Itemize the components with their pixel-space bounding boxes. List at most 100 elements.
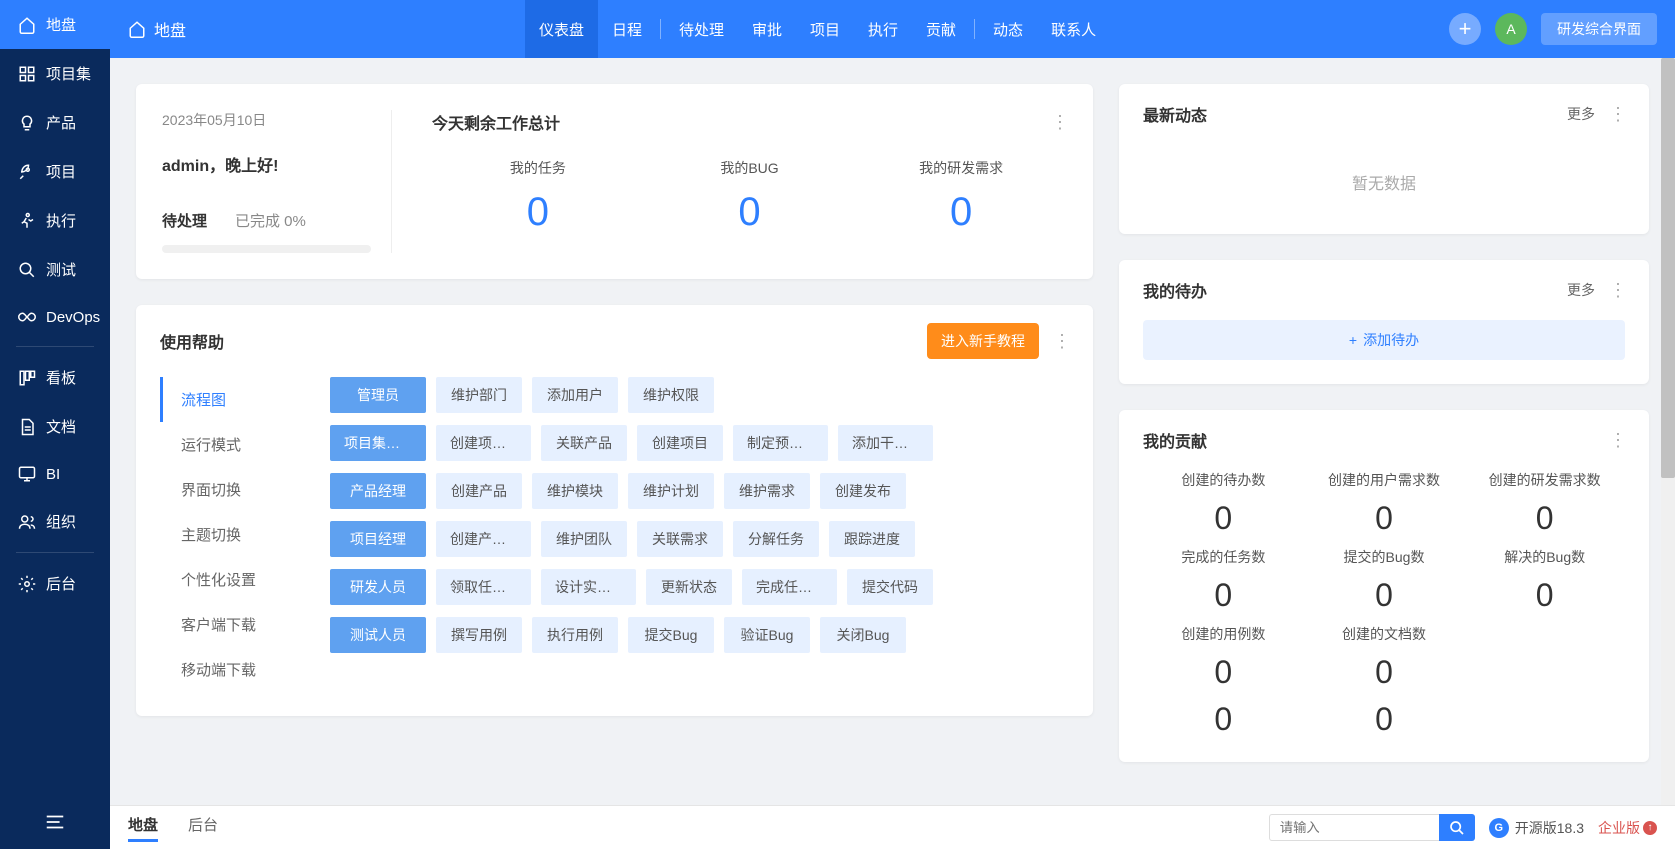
content-scroll[interactable]: 2023年05月10日 admin，晚上好! 待处理 已完成 0% 今天剩余工作… — [110, 58, 1675, 805]
sidebar-label: 执行 — [46, 210, 76, 231]
kebab-icon[interactable]: ⋮ — [1053, 331, 1069, 352]
topbar-nav-item[interactable]: 动态 — [979, 0, 1037, 58]
flow-step[interactable]: 创建项目集 — [436, 425, 531, 461]
flow-step[interactable]: 撰写用例 — [436, 617, 522, 653]
search-button[interactable] — [1439, 814, 1475, 841]
footer-tab-admin[interactable]: 后台 — [188, 814, 218, 842]
contrib-label: 完成的任务数 — [1143, 547, 1304, 567]
flow-step[interactable]: 维护部门 — [436, 377, 522, 413]
sidebar-label: 后台 — [46, 573, 76, 594]
flow-role[interactable]: 产品经理 — [330, 473, 426, 509]
help-tab[interactable]: 运行模式 — [160, 422, 310, 467]
sidebar-item-bi[interactable]: BI — [0, 451, 110, 497]
sidebar-item-org[interactable]: 组织 — [0, 497, 110, 546]
flow-step[interactable]: 验证Bug — [724, 617, 810, 653]
flow-step[interactable]: 创建项目 — [637, 425, 723, 461]
topbar-nav-item[interactable]: 审批 — [738, 0, 796, 58]
flow-role[interactable]: 项目经理 — [330, 521, 426, 557]
contrib-item: 创建的待办数0 — [1143, 470, 1304, 537]
topbar-nav-item[interactable]: 联系人 — [1037, 0, 1110, 58]
search-input[interactable] — [1269, 814, 1439, 841]
flow-step[interactable]: 维护模块 — [532, 473, 618, 509]
flow-role[interactable]: 项目集负责人 — [330, 425, 426, 461]
flow-step[interactable]: 维护需求 — [724, 473, 810, 509]
flow-step[interactable]: 关联需求 — [637, 521, 723, 557]
sidebar-item-home[interactable]: 地盘 — [0, 0, 110, 49]
sidebar-item-product[interactable]: 产品 — [0, 98, 110, 147]
flow-step[interactable]: 领取任务和Bu — [436, 569, 531, 605]
flow-step[interactable]: 关闭Bug — [820, 617, 906, 653]
topbar-nav-item[interactable]: 执行 — [854, 0, 912, 58]
flow-row: 研发人员领取任务和Bu 设计实现方案更新状态完成任务和Bu 提交代码 — [330, 569, 1069, 605]
sidebar-item-kanban[interactable]: 看板 — [0, 353, 110, 402]
contrib-label: 创建的待办数 — [1143, 470, 1304, 490]
kebab-icon[interactable]: ⋮ — [1609, 104, 1625, 125]
kebab-icon[interactable]: ⋮ — [1609, 430, 1625, 451]
view-switch[interactable]: 研发综合界面 — [1541, 13, 1657, 45]
version-info[interactable]: G 开源版18.3 — [1489, 818, 1584, 838]
flow-step[interactable]: 制定预算和规 — [733, 425, 828, 461]
stat-item: 我的研发需求0 — [855, 158, 1067, 235]
flow-step[interactable]: 创建发布 — [820, 473, 906, 509]
topbar-nav-item[interactable]: 贡献 — [912, 0, 970, 58]
help-tab[interactable]: 流程图 — [160, 377, 310, 422]
flow-role[interactable]: 测试人员 — [330, 617, 426, 653]
flow-step[interactable]: 提交代码 — [847, 569, 933, 605]
flow-role[interactable]: 研发人员 — [330, 569, 426, 605]
more-link[interactable]: 更多 — [1567, 104, 1595, 124]
contrib-value: 0 — [1304, 500, 1465, 537]
sidebar-item-qa[interactable]: 测试 — [0, 245, 110, 294]
flow-step[interactable]: 更新状态 — [646, 569, 732, 605]
contrib-value: 0 — [1464, 500, 1625, 537]
contrib-item: 创建的文档数0 — [1304, 624, 1465, 691]
topbar-nav-item[interactable]: 仪表盘 — [525, 0, 598, 58]
help-tab[interactable]: 移动端下载 — [160, 647, 310, 692]
breadcrumb-home[interactable]: 地盘 — [128, 17, 186, 41]
flow-step[interactable]: 添加用户 — [532, 377, 618, 413]
flow-step[interactable]: 跟踪进度 — [829, 521, 915, 557]
flow-step[interactable]: 维护团队 — [541, 521, 627, 557]
sidebar-item-execution[interactable]: 执行 — [0, 196, 110, 245]
flow-role[interactable]: 管理员 — [330, 377, 426, 413]
sidebar-item-project[interactable]: 项目 — [0, 147, 110, 196]
flow-step[interactable]: 分解任务 — [733, 521, 819, 557]
flow-step[interactable]: 添加干系人 — [838, 425, 933, 461]
sidebar-item-devops[interactable]: DevOps — [0, 294, 110, 340]
logo-icon: G — [1489, 818, 1509, 838]
more-link[interactable]: 更多 — [1567, 280, 1595, 300]
topbar-nav-item[interactable]: 日程 — [598, 0, 656, 58]
sidebar-collapse[interactable] — [0, 795, 110, 849]
footer-tab-home[interactable]: 地盘 — [128, 814, 158, 842]
flow-step[interactable]: 创建产品 — [436, 473, 522, 509]
add-button[interactable]: + — [1449, 13, 1481, 45]
sidebar-label: 组织 — [46, 511, 76, 532]
topbar-nav-item[interactable]: 项目 — [796, 0, 854, 58]
add-todo-button[interactable]: + 添加待办 — [1143, 320, 1625, 360]
help-tab[interactable]: 主题切换 — [160, 512, 310, 557]
topbar-nav-item[interactable]: 待处理 — [665, 0, 738, 58]
flow-step[interactable]: 维护计划 — [628, 473, 714, 509]
help-tab[interactable]: 界面切换 — [160, 467, 310, 512]
flow-step[interactable]: 完成任务和Bu — [742, 569, 837, 605]
enterprise-link[interactable]: 企业版 ↑ — [1598, 818, 1657, 838]
flow-step[interactable]: 执行用例 — [532, 617, 618, 653]
scrollbar[interactable] — [1661, 58, 1675, 805]
contrib-value: 0 — [1304, 654, 1465, 691]
sidebar-item-admin[interactable]: 后台 — [0, 559, 110, 608]
flow-step[interactable]: 提交Bug — [628, 617, 714, 653]
help-tab[interactable]: 客户端下载 — [160, 602, 310, 647]
flow-step[interactable]: 维护权限 — [628, 377, 714, 413]
latest-card: 最新动态 更多 ⋮ 暂无数据 — [1119, 84, 1649, 234]
kebab-icon[interactable]: ⋮ — [1609, 280, 1625, 301]
tutorial-button[interactable]: 进入新手教程 — [927, 323, 1039, 359]
flow-step[interactable]: 关联产品 — [541, 425, 627, 461]
contrib-item: 解决的Bug数0 — [1464, 547, 1625, 614]
avatar[interactable]: A — [1495, 13, 1527, 45]
help-flows: 管理员维护部门添加用户维护权限项目集负责人创建项目集关联产品创建项目制定预算和规… — [310, 377, 1069, 692]
sidebar-item-program[interactable]: 项目集 — [0, 49, 110, 98]
kebab-icon[interactable]: ⋮ — [1051, 112, 1067, 133]
flow-step[interactable]: 设计实现方案 — [541, 569, 636, 605]
sidebar-item-doc[interactable]: 文档 — [0, 402, 110, 451]
help-tab[interactable]: 个性化设置 — [160, 557, 310, 602]
flow-step[interactable]: 创建产品、执 — [436, 521, 531, 557]
